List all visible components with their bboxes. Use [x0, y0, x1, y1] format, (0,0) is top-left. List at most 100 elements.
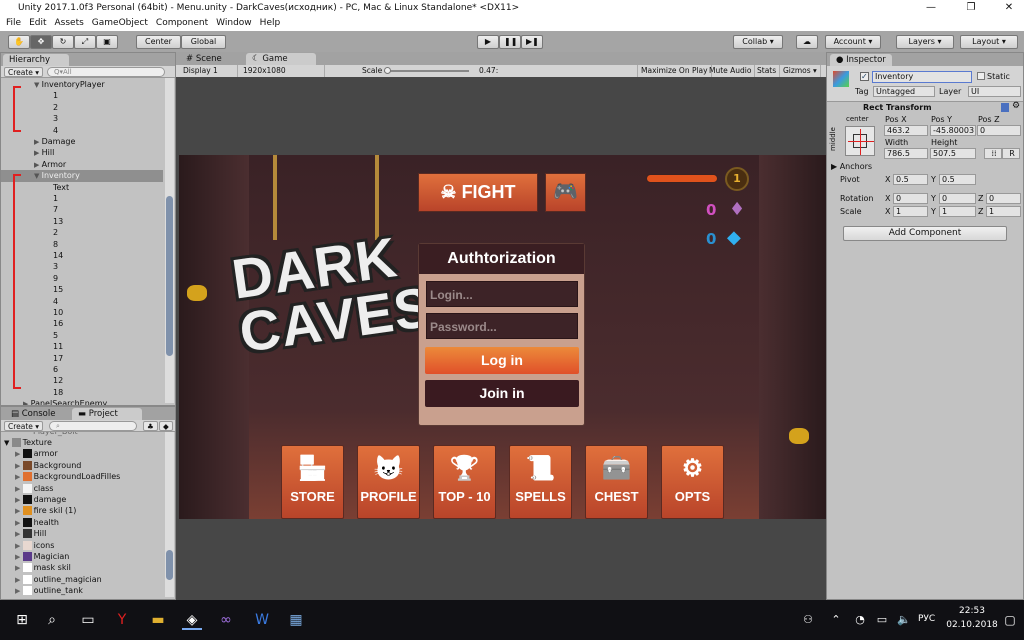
layer-dropdown[interactable]: UI — [968, 86, 1021, 97]
tab-console[interactable]: ▤ Console — [5, 408, 67, 420]
hierarchy-item[interactable]: 17 — [1, 353, 163, 364]
scale-z-input[interactable]: 1 — [986, 206, 1021, 217]
hierarchy-item[interactable]: 15 — [1, 284, 163, 295]
gizmos-dropdown[interactable]: Gizmos ▾ — [780, 65, 821, 77]
gamepad-button[interactable]: 🎮 — [545, 173, 586, 212]
foldout-arrow-icon[interactable]: ▶ — [15, 530, 23, 538]
project-asset[interactable]: ▶ fire skil (1) — [1, 505, 163, 516]
layout-dropdown[interactable]: Layout ▾ — [960, 35, 1018, 49]
name-input[interactable]: Inventory — [872, 71, 972, 83]
active-checkbox[interactable]: ✓ — [860, 72, 869, 81]
tab-hierarchy[interactable]: Hierarchy — [3, 54, 69, 66]
battery-icon[interactable]: ▭ — [872, 610, 892, 630]
minimize-button[interactable]: — — [916, 0, 946, 16]
hierarchy-item[interactable]: ▶ Damage — [1, 136, 163, 147]
menu-window[interactable]: Window — [216, 18, 252, 28]
tab-project[interactable]: ▬ Project — [72, 408, 142, 420]
foldout-arrow-icon[interactable]: ▶ — [15, 542, 23, 550]
hierarchy-item[interactable]: 14 — [1, 250, 163, 261]
network-icon[interactable]: ◔ — [850, 610, 870, 630]
foldout-arrow-icon[interactable]: ▶ — [15, 587, 23, 595]
search-icon[interactable]: ⌕ — [42, 610, 62, 630]
hierarchy-scrollbar[interactable] — [165, 78, 174, 403]
width-input[interactable]: 786.5 — [884, 148, 928, 159]
scale-x-input[interactable]: 1 — [893, 206, 928, 217]
rect-icon[interactable]: ▣ — [96, 35, 118, 49]
stats-toggle[interactable]: Stats — [754, 65, 781, 77]
hierarchy-item[interactable]: ▶ Armor — [1, 159, 163, 170]
unity-icon[interactable]: ◈ — [182, 610, 202, 630]
hierarchy-item[interactable]: 4 — [1, 125, 163, 136]
hierarchy-item[interactable]: 2 — [1, 227, 163, 238]
rotation-x-input[interactable]: 0 — [893, 193, 928, 204]
menu-assets[interactable]: Assets — [55, 18, 84, 28]
menu-file[interactable]: File — [6, 18, 21, 28]
foldout-arrow-icon[interactable]: ▶ — [34, 161, 42, 169]
add-component-button[interactable]: Add Component — [843, 226, 1007, 241]
foldout-arrow-icon[interactable]: ▶ — [34, 149, 42, 157]
play-button[interactable]: ▶ — [477, 35, 499, 49]
hierarchy-item[interactable]: 7 — [1, 204, 163, 215]
hierarchy-item[interactable]: ▼ InventoryPlayer — [1, 79, 163, 90]
raw-edit-button[interactable]: R — [1002, 148, 1020, 159]
foldout-arrow-icon[interactable]: ▶ — [15, 485, 23, 493]
scale-y-input[interactable]: 1 — [939, 206, 976, 217]
foldout-arrow-icon[interactable]: ▶ — [15, 553, 23, 561]
static-checkbox[interactable] — [977, 72, 985, 80]
pause-button[interactable]: ❚❚ — [499, 35, 521, 49]
maximize-button[interactable]: ❐ — [956, 0, 986, 16]
login-input[interactable]: Login... — [426, 281, 578, 307]
maximize-on-play-toggle[interactable]: Maximize On Play — [637, 65, 712, 77]
mute-audio-toggle[interactable]: Mute Audio — [706, 65, 756, 77]
hierarchy-item[interactable]: 10 — [1, 307, 163, 318]
create-button[interactable]: Create ▾ — [4, 421, 44, 431]
foldout-arrow-icon[interactable]: ▶ — [15, 496, 23, 504]
menu-button-options[interactable]: ⚙ OPTS — [661, 445, 724, 519]
hierarchy-item[interactable]: 4 — [1, 296, 163, 307]
menu-button-top10[interactable]: 🏆 TOP - 10 — [433, 445, 496, 519]
foldout-arrow-icon[interactable]: ▶ — [15, 473, 23, 481]
hierarchy-item[interactable]: 9 — [1, 273, 163, 284]
hierarchy-item[interactable]: ▼ Inventory — [1, 170, 163, 182]
pivot-x-input[interactable]: 0.5 — [893, 174, 928, 185]
tab-scene[interactable]: # Scene — [180, 53, 240, 65]
menu-button-chest[interactable]: 🧰 CHEST — [585, 445, 648, 519]
join-button[interactable]: Join in — [425, 380, 579, 407]
project-asset[interactable]: ▶ mask skil — [1, 562, 163, 573]
collab-button[interactable]: Collab ▾ — [733, 35, 783, 49]
foldout-arrow-icon[interactable]: ▶ — [15, 576, 23, 584]
layers-dropdown[interactable]: Layers ▾ — [896, 35, 954, 49]
hierarchy-item[interactable]: 8 — [1, 239, 163, 250]
clock-date[interactable]: 02.10.2018 — [945, 620, 999, 630]
password-input[interactable]: Password... — [426, 313, 578, 339]
tag-dropdown[interactable]: Untagged — [873, 86, 935, 97]
foldout-arrow-icon[interactable]: ▶ — [15, 450, 23, 458]
rotation-z-input[interactable]: 0 — [986, 193, 1021, 204]
pos-z-input[interactable]: 0 — [977, 125, 1021, 136]
project-asset[interactable]: ▶ health — [1, 517, 163, 528]
hierarchy-item[interactable]: 1 — [1, 90, 163, 101]
project-scrollbar[interactable] — [165, 432, 174, 597]
menu-button-profile[interactable]: 😺 PROFILE — [357, 445, 420, 519]
menu-gameobject[interactable]: GameObject — [92, 18, 148, 28]
hierarchy-item[interactable]: Text — [1, 182, 163, 193]
close-button[interactable]: ✕ — [994, 0, 1024, 16]
project-asset[interactable]: ▶ BackgroundLoadFilles — [1, 471, 163, 482]
hierarchy-item[interactable]: ▶ PanelSearchEnemy — [1, 398, 163, 405]
hierarchy-item[interactable]: 1 — [1, 193, 163, 204]
fight-button[interactable]: ☠ FIGHT — [418, 173, 538, 212]
show-hidden-icons[interactable]: ⌃ — [826, 610, 846, 630]
blueprint-button[interactable]: ⁞⁞ — [984, 148, 1002, 159]
project-search[interactable]: ⌕ — [49, 421, 137, 431]
file-explorer-icon[interactable]: ▬ — [148, 610, 168, 630]
gear-icon[interactable]: ⚙ — [1012, 101, 1020, 111]
paint-icon[interactable]: ▦ — [286, 610, 306, 630]
hierarchy-search[interactable]: Q▾All — [47, 67, 165, 77]
project-folder-texture[interactable]: ▼ Texture — [1, 437, 163, 448]
filter-type-icon[interactable]: ♣ — [143, 421, 158, 431]
hand-icon[interactable]: ✋ — [8, 35, 30, 49]
help-book-icon[interactable] — [1001, 103, 1009, 112]
height-input[interactable]: 507.5 — [930, 148, 976, 159]
menu-help[interactable]: Help — [260, 18, 281, 28]
login-button[interactable]: Log in — [425, 347, 579, 374]
